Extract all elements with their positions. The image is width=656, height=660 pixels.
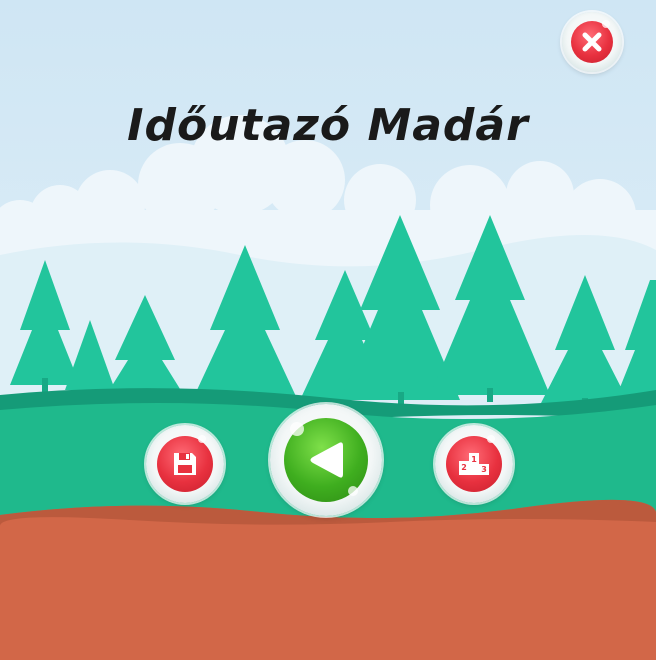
close-button[interactable] — [562, 12, 622, 72]
bubble-shine — [198, 435, 206, 443]
podium-second-label: 2 — [461, 463, 467, 472]
bubble-shine-small — [348, 486, 358, 496]
bubble-shine — [290, 422, 304, 436]
game-screen: Időutazó Madár 1 2 3 — [0, 0, 656, 660]
bubble-shine — [487, 435, 495, 443]
bubble-shine — [602, 20, 610, 28]
background-scene — [0, 0, 656, 660]
play-back-button[interactable] — [270, 404, 382, 516]
podium-icon: 1 2 3 — [446, 436, 502, 492]
podium-first-label: 1 — [471, 455, 477, 464]
podium-third-label: 3 — [481, 465, 487, 474]
save-button[interactable] — [146, 425, 224, 503]
game-title: Időutazó Madár — [127, 100, 529, 151]
leaderboard-button[interactable]: 1 2 3 — [435, 425, 513, 503]
floppy-disk-icon — [157, 436, 213, 492]
